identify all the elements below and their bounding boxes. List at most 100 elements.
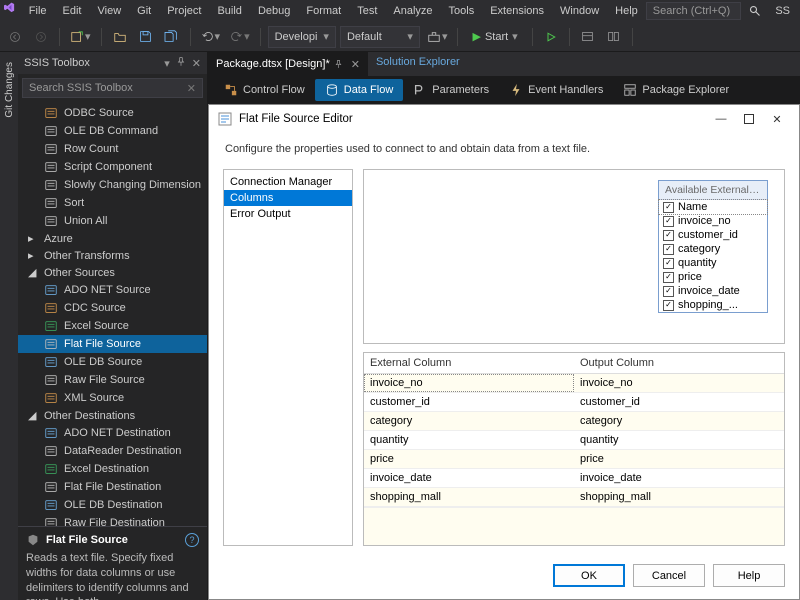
config-dropdown[interactable]: Developi▾ [268,26,336,48]
toolbox-item[interactable]: Flat File Destination [18,478,207,496]
checkbox-icon[interactable]: ✓ [663,244,674,255]
toolbox-item[interactable]: OLE DB Destination [18,496,207,514]
platform-dropdown[interactable]: Default▾ [340,26,420,48]
designer-tab-parameters[interactable]: Parameters [403,79,499,101]
toolbox-item[interactable]: OLE DB Source [18,353,207,371]
toolbox-category[interactable]: ▸Other Transforms [18,247,207,264]
toolbox-close-icon[interactable]: ✕ [192,57,201,70]
redo-button[interactable]: ▾ [227,26,253,48]
save-all-button[interactable] [161,26,183,48]
menu-extensions[interactable]: Extensions [482,2,552,20]
toolbox-search-clear-icon[interactable]: ✕ [187,82,196,95]
toolbox-item[interactable]: ODBC Source [18,104,207,122]
available-column-row[interactable]: ✓quantity [659,256,767,270]
tb-extra2-button[interactable] [603,26,625,48]
toolbox-item[interactable]: Raw File Destination [18,514,207,526]
editor-nav-item[interactable]: Columns [224,190,352,206]
grid-row[interactable]: categorycategory [364,412,784,431]
toolbox-item[interactable]: Row Count [18,140,207,158]
search-input[interactable]: Search (Ctrl+Q) [646,2,742,20]
grid-row[interactable]: priceprice [364,450,784,469]
available-columns-header[interactable]: Available External Col... [659,181,767,200]
start-without-debug-button[interactable] [540,26,562,48]
ok-button[interactable]: OK [553,564,625,587]
toolbox-item[interactable]: Slowly Changing Dimension [18,176,207,194]
toolbox-item[interactable]: ADO NET Destination [18,424,207,442]
menu-view[interactable]: View [90,2,130,20]
editor-nav-item[interactable]: Connection Manager [224,174,352,190]
toolbox-item[interactable]: DataReader Destination [18,442,207,460]
toolbox-category[interactable]: ▸Azure [18,230,207,247]
maximize-button[interactable] [735,108,763,130]
toolbox-item[interactable]: ADO NET Source [18,281,207,299]
checkbox-icon[interactable]: ✓ [663,258,674,269]
start-button[interactable]: ▶ Start ▾ [465,26,524,48]
grid-row[interactable]: shopping_mallshopping_mall [364,488,784,507]
toolbox-item[interactable]: Flat File Source [18,335,207,353]
minimize-button[interactable]: — [707,108,735,130]
toolbox-dropdown-icon[interactable]: ▾ [164,57,170,70]
menu-edit[interactable]: Edit [55,2,90,20]
designer-tab-package-explorer[interactable]: Package Explorer [613,79,739,101]
doc-tab-package[interactable]: Package.dtsx [Design]* ✕ [208,52,368,76]
checkbox-icon[interactable]: ✓ [663,272,674,283]
menu-analyze[interactable]: Analyze [385,2,440,20]
available-column-row[interactable]: ✓price [659,270,767,284]
available-column-row[interactable]: ✓invoice_date [659,284,767,298]
menu-format[interactable]: Format [298,2,349,20]
toolbox-item[interactable]: Union All [18,212,207,230]
grid-row[interactable]: invoice_noinvoice_no [364,374,784,393]
toolbox-item[interactable]: Excel Destination [18,460,207,478]
checkbox-icon[interactable]: ✓ [663,300,674,311]
available-column-row[interactable]: ✓category [659,242,767,256]
menu-project[interactable]: Project [159,2,209,20]
toolbox-item[interactable]: Sort [18,194,207,212]
menu-git[interactable]: Git [129,2,159,20]
menu-window[interactable]: Window [552,2,607,20]
solution-explorer-link[interactable]: Solution Explorer [368,52,468,76]
toolbox-item[interactable]: Excel Source [18,317,207,335]
nav-back-button[interactable] [4,26,26,48]
deploy-button[interactable]: ▾ [424,26,451,48]
grid-row[interactable]: invoice_dateinvoice_date [364,469,784,488]
available-column-row[interactable]: ✓shopping_... [659,298,767,312]
toolbox-pin-icon[interactable] [176,57,186,70]
designer-tab-data-flow[interactable]: Data Flow [315,79,404,101]
designer-tab-event-handlers[interactable]: Event Handlers [499,79,613,101]
tab-pin-icon[interactable] [334,60,343,69]
menu-help[interactable]: Help [607,2,646,20]
checkbox-icon[interactable]: ✓ [663,230,674,241]
open-button[interactable] [109,26,131,48]
grid-header-output[interactable]: Output Column [574,353,784,373]
toolbox-category[interactable]: ◢Other Destinations [18,407,207,424]
undo-button[interactable]: ▾ [198,26,224,48]
nav-fwd-button[interactable] [30,26,52,48]
toolbox-item[interactable]: Raw File Source [18,371,207,389]
grid-header-external[interactable]: External Column [364,353,574,373]
menu-test[interactable]: Test [349,2,385,20]
checkbox-icon[interactable]: ✓ [663,286,674,297]
toolbox-item[interactable]: CDC Source [18,299,207,317]
cancel-button[interactable]: Cancel [633,564,705,587]
toolbox-item[interactable]: XML Source [18,389,207,407]
available-column-row[interactable]: ✓Name [659,200,767,214]
tab-close-icon[interactable]: ✕ [351,58,360,71]
git-changes-tab[interactable]: Git Changes [4,58,15,122]
editor-nav-item[interactable]: Error Output [224,206,352,222]
menu-file[interactable]: File [21,2,55,20]
designer-tab-control-flow[interactable]: Control Flow [214,79,315,101]
menu-build[interactable]: Build [209,2,249,20]
toolbox-search-input[interactable]: Search SSIS Toolbox ✕ [22,78,203,98]
toolbox-item[interactable]: OLE DB Command [18,122,207,140]
grid-row[interactable]: quantityquantity [364,431,784,450]
search-icon[interactable] [749,5,761,17]
help-button[interactable]: Help [713,564,785,587]
mapping-canvas[interactable]: Available External Col... ✓Name ✓invoice_… [363,169,785,344]
grid-row[interactable]: customer_idcustomer_id [364,393,784,412]
help-icon[interactable]: ? [185,533,199,547]
checkbox-icon[interactable]: ✓ [663,216,674,227]
toolbox-category[interactable]: ◢Other Sources [18,264,207,281]
save-button[interactable] [135,26,157,48]
available-column-row[interactable]: ✓customer_id [659,228,767,242]
menu-tools[interactable]: Tools [441,2,483,20]
